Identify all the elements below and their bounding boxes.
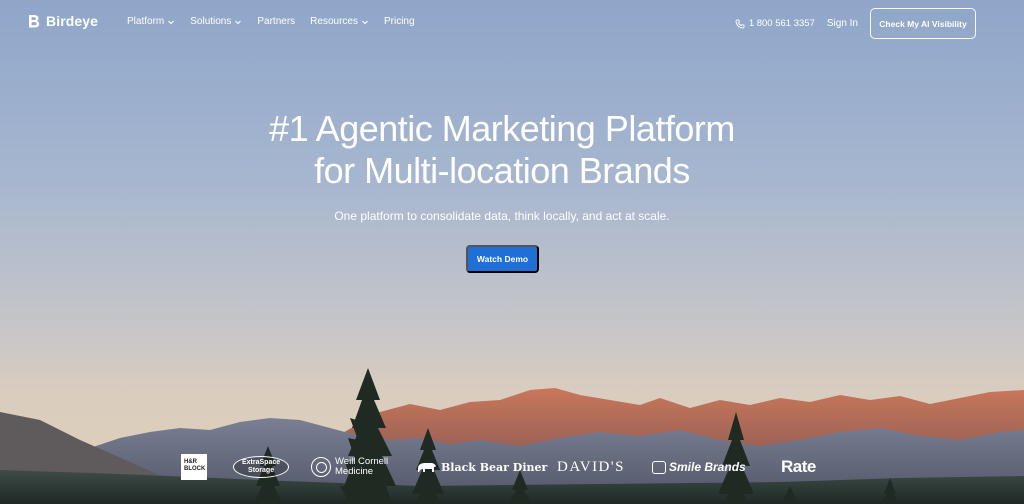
nav-item-pricing[interactable]: Pricing [384, 16, 415, 27]
davids-text: DAVID'S [557, 458, 625, 475]
check-ai-visibility-button[interactable]: Check My AI Visibility [870, 8, 976, 39]
nav-item-label: Solutions [190, 16, 232, 27]
hero-headline: #1 Agentic Marketing Platform for Multi-… [0, 108, 1004, 192]
hr-block-logo: H&R BLOCK [181, 452, 207, 482]
rate-logo: Rate [781, 452, 816, 482]
black-bear-diner-text: Black Bear Diner [441, 460, 548, 474]
phone-number: 1 800 561 3357 [748, 18, 815, 29]
top-navigation: Birdeye Platform Solutions Partners Reso… [0, 0, 1024, 46]
extraspace-storage: Storage [248, 467, 275, 474]
nav-item-label: Resources [310, 16, 358, 27]
nav-item-platform[interactable]: Platform [127, 16, 175, 27]
nav-item-label: Platform [127, 16, 165, 27]
birdeye-logo[interactable]: Birdeye [27, 13, 98, 29]
hr-block-text: H&R BLOCK [181, 454, 207, 480]
brand-name: Birdeye [46, 13, 99, 29]
birdeye-logo-icon [29, 15, 40, 28]
black-bear-diner-logo: Black Bear Diner [417, 452, 547, 482]
customer-logos: H&R BLOCK ExtraSpace Storage Weill Corne… [0, 452, 1024, 482]
chevron-down-icon [235, 20, 242, 24]
extraspace-badge: ExtraSpace Storage [233, 456, 290, 478]
davids-logo: DAVID'S [557, 452, 625, 482]
weill-cornell-text: Weill Cornell Medicine [335, 457, 388, 477]
smile-brands-logo: Smile Brands [652, 452, 746, 482]
phone-icon [735, 19, 745, 28]
weill-cornell-line-2: Medicine [335, 466, 374, 477]
extraspace-logo: ExtraSpace Storage [233, 452, 290, 482]
chevron-down-icon [362, 20, 368, 24]
rate-text: Rate [781, 457, 816, 476]
weill-cornell-seal-icon [311, 457, 331, 477]
smile-brands-text: Smile Brands [669, 460, 746, 474]
headline-line-1: #1 Agentic Marketing Platform [269, 108, 735, 149]
watch-demo-button[interactable]: Watch Demo [466, 245, 539, 273]
hero-section: Birdeye Platform Solutions Partners Reso… [0, 0, 1024, 504]
extraspace-name: ExtraSpace [242, 459, 281, 466]
nav-item-label: Pricing [383, 16, 415, 27]
smile-brands-mark-icon [652, 460, 666, 474]
main-menu: Platform Solutions Partners Resources Pr… [127, 16, 415, 27]
chevron-down-icon [168, 20, 175, 24]
bear-icon [418, 463, 436, 472]
headline-line-2: for Multi-location Brands [314, 150, 690, 191]
nav-item-resources[interactable]: Resources [310, 16, 369, 27]
hero-subhead: One platform to consolidate data, think … [334, 209, 670, 223]
phone-link[interactable]: 1 800 561 3357 [735, 18, 815, 29]
weill-cornell-logo: Weill Cornell Medicine [311, 452, 388, 482]
nav-item-partners[interactable]: Partners [257, 16, 295, 27]
nav-item-solutions[interactable]: Solutions [190, 16, 242, 27]
sign-in-link[interactable]: Sign In [827, 18, 858, 29]
nav-item-label: Partners [257, 16, 296, 27]
nav-actions: 1 800 561 3357 Sign In Check My AI Visib… [735, 8, 976, 39]
